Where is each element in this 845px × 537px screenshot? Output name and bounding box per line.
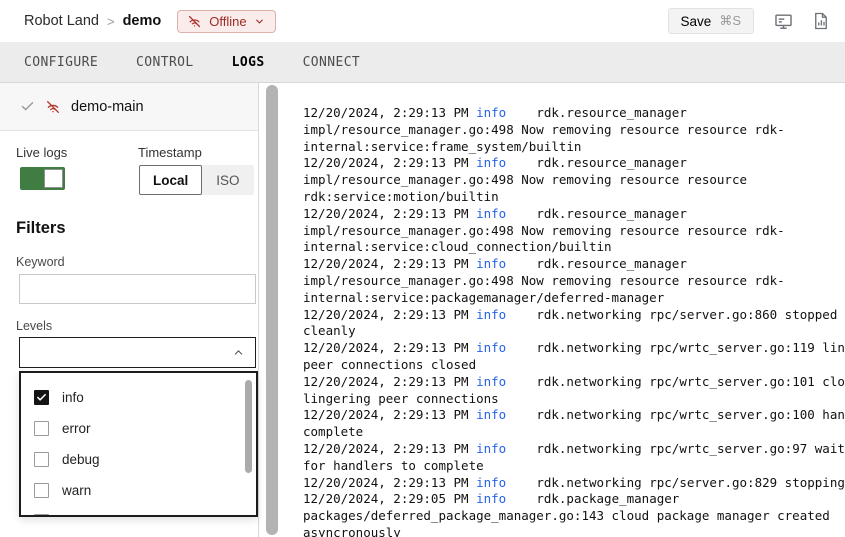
level-checkbox[interactable] (34, 390, 49, 405)
level-checkbox[interactable] (34, 421, 49, 436)
levels-dropdown: info error debug warn (19, 371, 258, 517)
level-option-label: error (62, 421, 91, 436)
log-level: info (476, 256, 506, 271)
log-entry: 12/20/2024, 2:29:13 PM info rdk.resource… (303, 155, 845, 205)
level-option-error[interactable]: error (21, 413, 256, 444)
level-checkbox[interactable] (34, 452, 49, 467)
log-entry: 12/20/2024, 2:29:13 PM info rdk.networki… (303, 475, 845, 492)
machine-monitor-button[interactable] (774, 12, 793, 31)
log-timestamp: 12/20/2024, 2:29:13 PM (303, 307, 469, 322)
breadcrumb: Robot Land > demo (24, 13, 161, 29)
log-entry: 12/20/2024, 2:29:13 PM info rdk.resource… (303, 206, 845, 256)
log-timestamp: 12/20/2024, 2:29:05 PM (303, 491, 469, 506)
log-level: info (476, 374, 506, 389)
level-checkbox[interactable] (34, 483, 49, 498)
filters-title: Filters (16, 219, 66, 238)
log-timestamp: 12/20/2024, 2:29:13 PM (303, 256, 469, 271)
log-entry: 12/20/2024, 2:29:13 PM info rdk.resource… (303, 256, 845, 306)
log-level: info (476, 441, 506, 456)
breadcrumb-root[interactable]: Robot Land (24, 13, 99, 29)
chevron-down-icon (254, 16, 265, 27)
logs-scrollbar[interactable] (266, 85, 278, 535)
toggle-knob (44, 169, 63, 188)
tab-control[interactable]: CONTROL (136, 55, 194, 70)
status-badge-label: Offline (209, 14, 246, 29)
level-option-label: warn (62, 483, 91, 498)
log-list: 12/20/2024, 2:29:13 PM info rdk.resource… (303, 105, 845, 537)
log-timestamp: 12/20/2024, 2:29:13 PM (303, 475, 469, 490)
levels-option-list: info error debug warn (21, 382, 256, 517)
log-level: info (476, 105, 506, 120)
logs-sidebar: demo-main Live logs Timestamp LocalISO F… (0, 83, 259, 537)
chevron-up-icon (232, 346, 245, 359)
app-header: Robot Land > demo Offline Save ⌘S (0, 0, 845, 42)
level-option-label: info (62, 390, 84, 405)
tab-bar: CONFIGURE CONTROL LOGS CONNECT (0, 42, 845, 83)
log-timestamp: 12/20/2024, 2:29:13 PM (303, 206, 469, 221)
tab-logs[interactable]: LOGS (232, 55, 265, 70)
level-option-debug[interactable]: debug (21, 444, 256, 475)
log-entry: 12/20/2024, 2:29:13 PM info rdk.networki… (303, 374, 845, 408)
level-checkbox[interactable] (34, 514, 49, 517)
breadcrumb-separator: > (107, 14, 115, 29)
wifi-off-icon (45, 99, 61, 115)
log-level: info (476, 307, 506, 322)
status-badge[interactable]: Offline (177, 10, 275, 33)
level-option-warn[interactable]: warn (21, 475, 256, 506)
level-option-label: debug (62, 452, 100, 467)
log-level: info (476, 407, 506, 422)
keyword-label: Keyword (16, 255, 65, 269)
live-logs-toggle[interactable] (20, 167, 65, 190)
log-entry: 12/20/2024, 2:29:13 PM info rdk.networki… (303, 441, 845, 475)
part-selector-row[interactable]: demo-main (0, 83, 258, 131)
log-timestamp: 12/20/2024, 2:29:13 PM (303, 441, 469, 456)
log-level: info (476, 475, 506, 490)
log-timestamp: 12/20/2024, 2:29:13 PM (303, 155, 469, 170)
report-document-button[interactable] (813, 12, 829, 30)
log-level: info (476, 491, 506, 506)
tab-configure[interactable]: CONFIGURE (24, 55, 98, 70)
log-entry: 12/20/2024, 2:29:13 PM info rdk.networki… (303, 307, 845, 341)
log-timestamp: 12/20/2024, 2:29:13 PM (303, 407, 469, 422)
levels-label: Levels (16, 319, 52, 333)
save-shortcut: ⌘S (719, 13, 741, 29)
header-actions: Save ⌘S (668, 8, 829, 34)
log-level: info (476, 206, 506, 221)
tab-connect[interactable]: CONNECT (303, 55, 361, 70)
keyword-input[interactable] (19, 274, 256, 304)
check-icon (20, 99, 35, 114)
log-entry: 12/20/2024, 2:29:13 PM info rdk.networki… (303, 340, 845, 374)
part-name: demo-main (71, 99, 144, 115)
timestamp-option-local[interactable]: Local (139, 165, 202, 195)
level-option-partial[interactable] (21, 506, 256, 517)
log-level: info (476, 155, 506, 170)
document-chart-icon (813, 12, 829, 30)
timestamp-option-iso[interactable]: ISO (202, 165, 253, 195)
log-entry: 12/20/2024, 2:29:05 PM info rdk.package_… (303, 491, 845, 537)
level-option-info[interactable]: info (21, 382, 256, 413)
breadcrumb-current: demo (123, 13, 162, 29)
levels-select[interactable] (19, 337, 256, 368)
timestamp-format-group: LocalISO (139, 165, 254, 195)
live-logs-label: Live logs (16, 145, 67, 160)
log-timestamp: 12/20/2024, 2:29:13 PM (303, 374, 469, 389)
log-level: info (476, 340, 506, 355)
save-button-label: Save (681, 14, 712, 29)
monitor-icon (774, 12, 793, 31)
log-timestamp: 12/20/2024, 2:29:13 PM (303, 105, 469, 120)
dropdown-scrollbar[interactable] (245, 380, 252, 473)
save-button[interactable]: Save ⌘S (668, 8, 754, 34)
log-entry: 12/20/2024, 2:29:13 PM info rdk.networki… (303, 407, 845, 441)
wifi-off-icon (187, 14, 202, 29)
logs-panel: 12/20/2024, 2:29:13 PM info rdk.resource… (259, 83, 845, 537)
log-message: rdk.networking rpc/server.go:829 stoppin… (536, 475, 845, 490)
log-timestamp: 12/20/2024, 2:29:13 PM (303, 340, 469, 355)
timestamp-label: Timestamp (138, 145, 202, 160)
log-entry: 12/20/2024, 2:29:13 PM info rdk.resource… (303, 105, 845, 155)
